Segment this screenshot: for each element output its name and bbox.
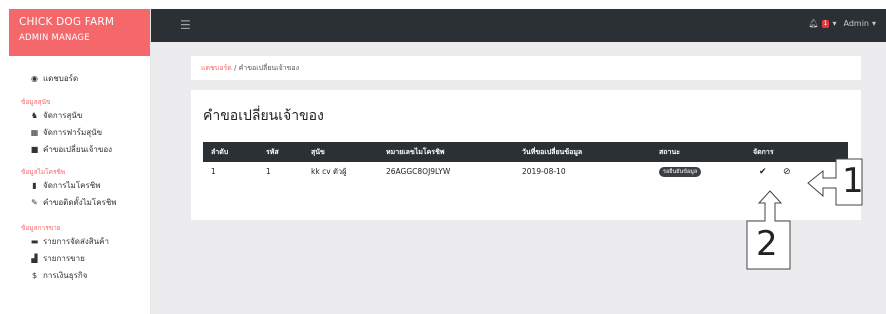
callout-label-2: 2: [756, 224, 778, 264]
callout-overlay: [746, 158, 863, 270]
callout-label-1: 1: [842, 161, 864, 201]
